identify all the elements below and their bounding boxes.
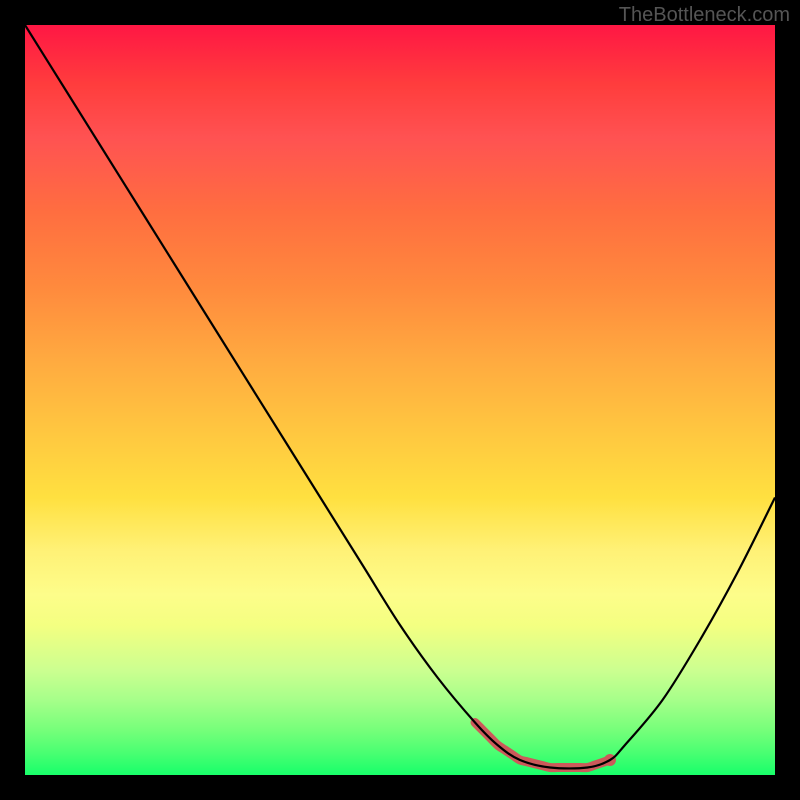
chart-highlight-segment	[475, 723, 610, 768]
chart-svg	[25, 25, 775, 775]
chart-curve	[25, 25, 775, 768]
chart-plot-area	[25, 25, 775, 775]
watermark-text: TheBottleneck.com	[619, 4, 790, 27]
